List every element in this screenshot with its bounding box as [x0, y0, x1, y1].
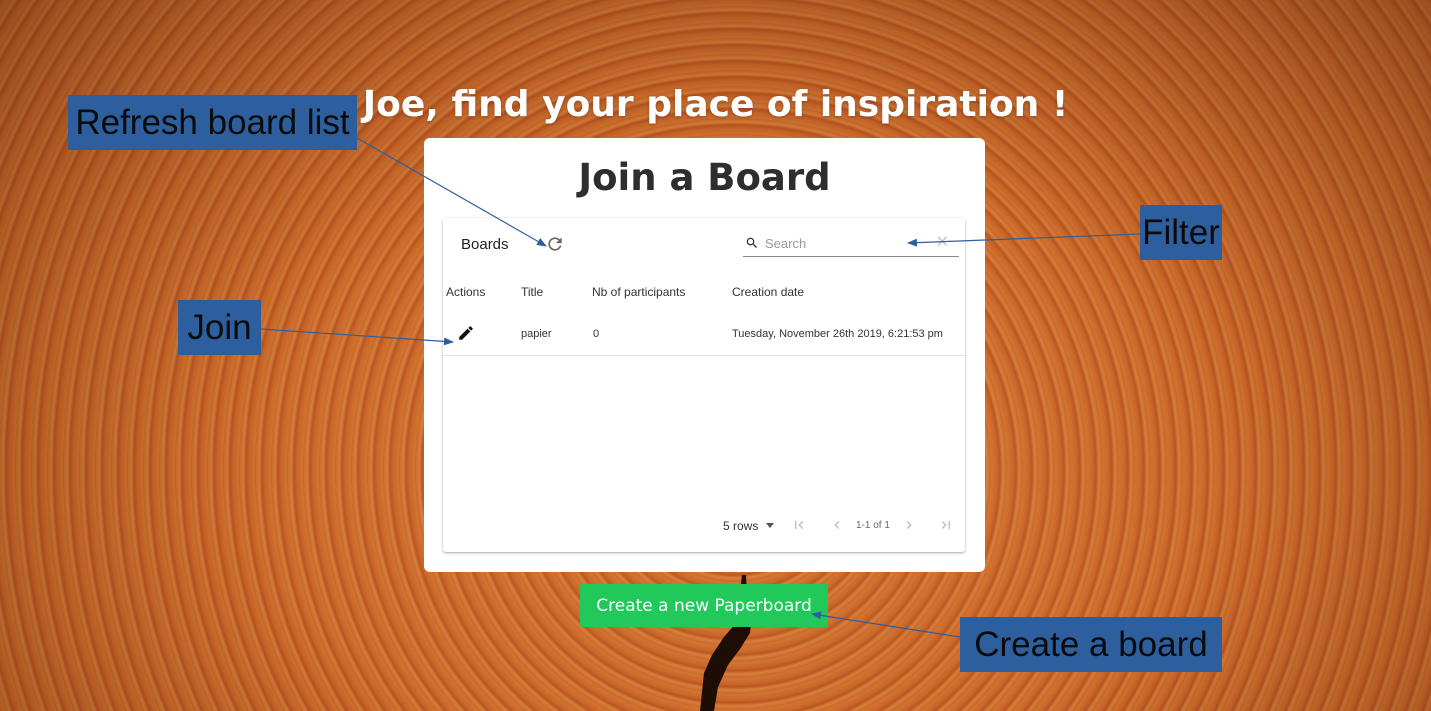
- column-header-actions[interactable]: Actions: [446, 285, 485, 299]
- annotation-filter: Filter: [1140, 205, 1222, 260]
- search-field: ✕: [743, 232, 959, 257]
- create-paperboard-button[interactable]: Create a new Paperboard: [580, 584, 828, 627]
- rows-per-page-select[interactable]: 5 rows: [723, 519, 758, 533]
- refresh-button[interactable]: [545, 234, 565, 254]
- caret-down-icon[interactable]: [766, 523, 774, 528]
- chevron-right-icon[interactable]: [901, 517, 917, 533]
- search-input[interactable]: [765, 234, 935, 252]
- table-pagination: 5 rows 1-1 of 1: [443, 514, 965, 538]
- card-title: Join a Board: [578, 156, 831, 199]
- annotation-create: Create a board: [960, 617, 1222, 672]
- page-info: 1-1 of 1: [856, 520, 890, 531]
- cell-creation-date: Tuesday, November 26th 2019, 6:21:53 pm: [732, 328, 943, 340]
- annotation-refresh: Refresh board list: [68, 95, 357, 150]
- column-header-title[interactable]: Title: [521, 285, 543, 299]
- boards-table: Boards ✕ Actions Title Nb of participant…: [443, 218, 965, 552]
- annotation-join: Join: [178, 300, 261, 355]
- pencil-icon: [459, 326, 473, 340]
- refresh-icon: [548, 237, 562, 251]
- chevron-left-icon[interactable]: [829, 517, 845, 533]
- join-board-card: Join a Board Boards ✕ Actions Title Nb o…: [424, 138, 985, 572]
- column-header-creation-date[interactable]: Creation date: [732, 285, 804, 299]
- cell-participants: 0: [593, 328, 600, 340]
- table-title: Boards: [461, 236, 509, 253]
- first-page-icon[interactable]: [791, 517, 807, 533]
- join-board-button[interactable]: [457, 324, 475, 342]
- cell-title: papier: [521, 328, 552, 340]
- last-page-icon[interactable]: [938, 517, 954, 533]
- close-icon[interactable]: ✕: [936, 235, 949, 251]
- search-icon: [746, 237, 757, 248]
- column-header-participants[interactable]: Nb of participants: [592, 285, 685, 299]
- table-row[interactable]: papier 0 Tuesday, November 26th 2019, 6:…: [443, 315, 965, 356]
- arrow-create: [811, 611, 961, 638]
